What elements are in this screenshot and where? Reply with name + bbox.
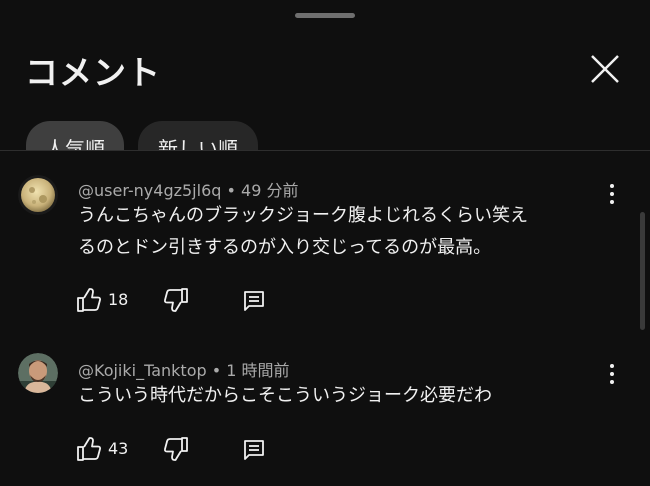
divider <box>0 150 650 151</box>
comment-line: こういう時代だからこそこういうジョーク必要だわ <box>78 385 492 406</box>
moon-avatar[interactable] <box>18 175 58 215</box>
like-icon[interactable] <box>76 436 102 462</box>
page-title: コメント <box>25 53 161 92</box>
like-icon[interactable] <box>76 287 102 313</box>
reply-icon[interactable] <box>242 437 266 463</box>
comment-author[interactable]: @Kojiki_Tanktop <box>78 361 207 380</box>
comment-line: うんこちゃんのブラックジョーク腹よじれるくらい笑え <box>78 205 528 226</box>
comment-text: うんこちゃんのブラックジョーク腹よじれるくらい笑え るのとドン引きするのが入り交… <box>78 200 598 264</box>
comment-time: 1 時間前 <box>226 361 290 380</box>
sort-chips: 人気順 新しい順 <box>26 121 286 151</box>
reply-icon[interactable] <box>242 288 266 314</box>
meta-separator: • <box>226 181 236 200</box>
comment-author[interactable]: @user-ny4gz5jl6q <box>78 181 221 200</box>
more-options-icon[interactable] <box>600 182 624 206</box>
close-icon[interactable] <box>584 50 624 90</box>
comment-line: るのとドン引きするのが入り交じってるのが最高。 <box>78 237 492 258</box>
scrollbar[interactable] <box>640 212 645 330</box>
drag-handle[interactable] <box>295 13 355 18</box>
person-avatar[interactable] <box>18 353 58 393</box>
dislike-icon[interactable] <box>163 287 189 313</box>
dislike-icon[interactable] <box>163 436 189 462</box>
chip-newest[interactable]: 新しい順 <box>138 121 258 151</box>
more-options-icon[interactable] <box>600 362 624 386</box>
comment-time: 49 分前 <box>241 181 299 200</box>
comment-text: こういう時代だからこそこういうジョーク必要だわ <box>78 380 598 412</box>
like-count: 18 <box>108 290 129 309</box>
chip-top-comments[interactable]: 人気順 <box>26 121 124 151</box>
meta-separator: • <box>211 361 222 380</box>
like-count: 43 <box>108 439 129 458</box>
